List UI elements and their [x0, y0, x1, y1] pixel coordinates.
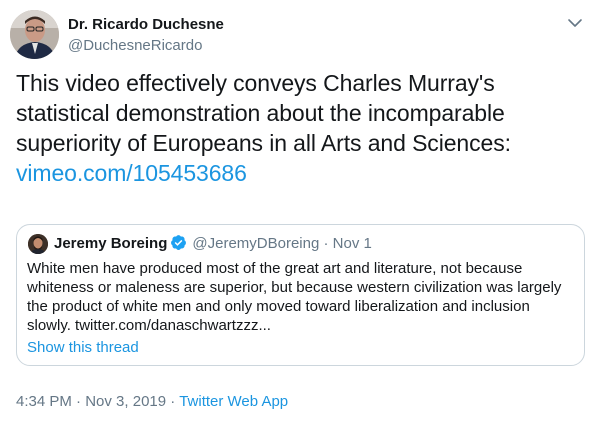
separator-dot: · — [170, 393, 176, 410]
quoted-tweet[interactable]: Jeremy Boreing @JeremyDBoreing · Nov 1 Wh… — [16, 224, 585, 366]
separator-dot: · — [76, 393, 82, 410]
quoted-author-avatar-image — [28, 234, 48, 254]
separator-dot: · — [323, 235, 329, 252]
tweet-text-line: statistical demonstration about the inco… — [16, 100, 505, 126]
quoted-tweet-header: Jeremy Boreing @JeremyDBoreing · Nov 1 — [54, 234, 372, 254]
tweet-card: Dr. Ricardo Duchesne @DuchesneRicardo Th… — [0, 0, 599, 427]
author-handle[interactable]: @DuchesneRicardo — [68, 37, 224, 55]
tweet-time[interactable]: 4:34 PM — [16, 393, 72, 410]
tweet-link[interactable]: vimeo.com/105453686 — [16, 158, 586, 188]
author-avatar[interactable] — [10, 10, 59, 59]
tweet-text: This video effectively conveys Charles M… — [16, 68, 586, 188]
quoted-tweet-text: White men have produced most of the grea… — [27, 260, 562, 334]
author-name[interactable]: Dr. Ricardo Duchesne — [68, 16, 224, 34]
quoted-author-name[interactable]: Jeremy Boreing — [54, 235, 167, 252]
quoted-tweet-date[interactable]: Nov 1 — [333, 235, 372, 252]
author-avatar-image — [10, 10, 59, 59]
tweet-date[interactable]: Nov 3, 2019 — [85, 393, 166, 410]
tweet-metadata: 4:34 PM · Nov 3, 2019 · Twitter Web App — [16, 392, 288, 412]
tweet-text-line: This video effectively conveys Charles M… — [16, 70, 495, 96]
author-info: Dr. Ricardo Duchesne @DuchesneRicardo — [68, 16, 224, 55]
verified-badge-icon — [170, 234, 187, 257]
more-options-button[interactable] — [566, 16, 584, 30]
quoted-author-handle[interactable]: @JeremyDBoreing — [192, 235, 319, 252]
show-thread-link[interactable]: Show this thread — [27, 338, 139, 357]
chevron-down-icon — [568, 19, 582, 27]
quoted-author-avatar[interactable] — [28, 234, 48, 254]
tweet-source-link[interactable]: Twitter Web App — [179, 393, 288, 410]
tweet-text-line: superiority of Europeans in all Arts and… — [16, 130, 511, 156]
